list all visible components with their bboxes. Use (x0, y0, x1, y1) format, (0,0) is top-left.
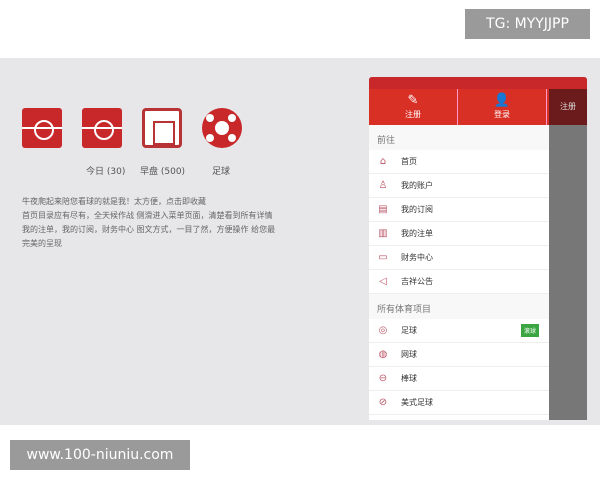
speaker-icon: ◁ (379, 276, 387, 287)
ticket-icon: ▥ (378, 228, 388, 239)
document-icon: ▤ (378, 204, 388, 215)
early-label: 早盘 (500) (140, 167, 186, 177)
sport-football[interactable]: ◎ 足球 滚球 (369, 319, 549, 343)
label: 网球 (401, 350, 417, 359)
pencil-icon: ✎ (407, 93, 419, 108)
desc-line: 首页目录应有尽有，全天候作战 侧滑进入菜单页面，清楚看到所有详情 (22, 211, 273, 220)
login-button[interactable]: 👤 登录 (458, 89, 547, 125)
url-watermark: www.100-niuniu.com (10, 440, 190, 470)
today-label: 今日 (30) (86, 167, 126, 177)
american-football-icon: ⊘ (378, 397, 388, 408)
promo-stage: 今日 (30) 早盘 (500) 足球 牛夜爬起来陪您看球的就是我！太方便，点击… (0, 58, 600, 425)
description: 牛夜爬起来陪您看球的就是我！太方便，点击即收藏 首页目录应有尽有，全天候作战 侧… (22, 195, 282, 251)
label: 我的账户 (401, 181, 433, 190)
register-label: 注册 (405, 110, 421, 119)
sport-american-football[interactable]: ⊘ 美式足球 (369, 391, 549, 415)
user-icon: ♙ (378, 180, 388, 191)
baseball-icon: ⊖ (378, 373, 388, 384)
label: 首页 (401, 157, 417, 166)
side-menu: 前往 ⌂ 首页 ♙ 我的账户 ▤ 我的订阅 ▥ 我的注单 ▭ 财务中心 ◁ 吉祥公告 所有体… (369, 125, 549, 420)
label: 我的订阅 (401, 205, 433, 214)
menu-item-notice[interactable]: ◁ 吉祥公告 (369, 270, 549, 294)
calendar-field-icon (142, 108, 182, 148)
register-button[interactable]: ✎ 注册 (369, 89, 458, 125)
live-badge: 滚球 (520, 324, 539, 337)
background-page (549, 125, 587, 420)
football-icon: ◎ (378, 325, 388, 336)
football-label: 足球 (212, 167, 231, 177)
desc-line: 牛夜爬起来陪您看球的就是我！太方便，点击即收藏 (22, 197, 206, 206)
label: 我的注单 (401, 229, 433, 238)
clock-field-icon (82, 108, 122, 148)
wallet-icon: ▭ (378, 252, 388, 263)
phone-mockup: ✎ 注册 👤 登录 注册 前往 ⌂ 首页 ♙ 我的账户 ▤ 我的订阅 ▥ 我的注单 ▭ 财务中… (369, 77, 587, 420)
sport-tennis[interactable]: ◍ 网球 (369, 343, 549, 367)
user-icon: 👤 (493, 93, 511, 108)
tennis-icon: ◍ (378, 349, 388, 360)
label: 美式足球 (401, 398, 433, 407)
tg-watermark: TG: MYYJJPP (465, 9, 590, 39)
live-field-icon (22, 108, 62, 148)
sport-baseball[interactable]: ⊖ 棒球 (369, 367, 549, 391)
label: 足球 (401, 326, 417, 335)
menu-item-subscription[interactable]: ▤ 我的订阅 (369, 198, 549, 222)
menu-item-home[interactable]: ⌂ 首页 (369, 150, 549, 174)
menu-item-account[interactable]: ♙ 我的账户 (369, 174, 549, 198)
soccer-ball-icon (202, 108, 242, 148)
login-label: 登录 (494, 110, 510, 119)
side-register[interactable]: 注册 (549, 89, 587, 125)
label: 棒球 (401, 374, 417, 383)
home-icon: ⌂ (379, 156, 387, 167)
label: 财务中心 (401, 253, 433, 262)
label: 吉祥公告 (401, 277, 433, 286)
menu-item-finance[interactable]: ▭ 财务中心 (369, 246, 549, 270)
section-goto: 前往 (369, 125, 549, 150)
desc-line: 我的注单，我的订阅，财务中心 图文方式，一目了然，方便操作 给您最完美的呈现 (22, 225, 276, 248)
menu-item-bets[interactable]: ▥ 我的注单 (369, 222, 549, 246)
section-sports: 所有体育项目 (369, 294, 549, 319)
